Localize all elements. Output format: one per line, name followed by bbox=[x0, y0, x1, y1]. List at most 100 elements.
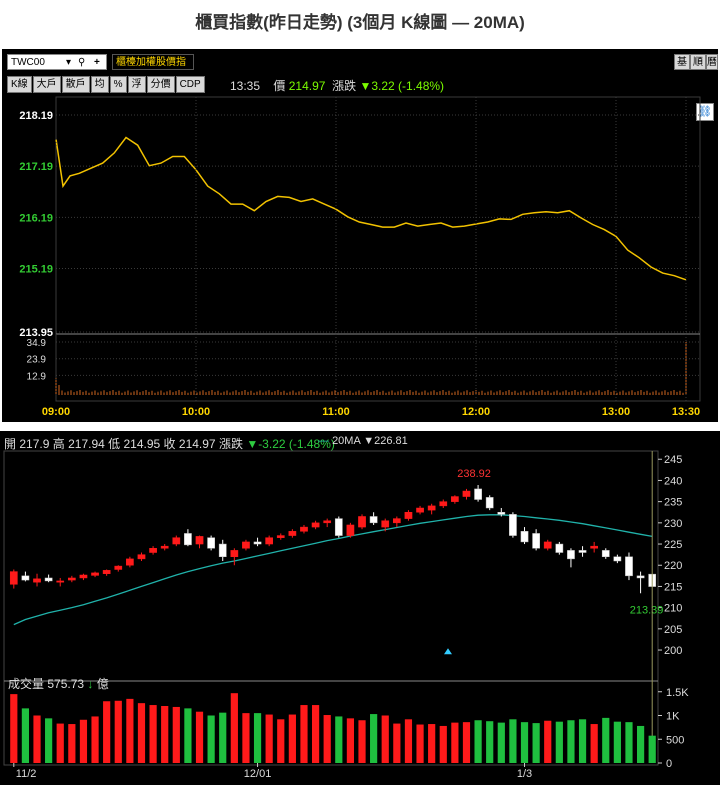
candle-body bbox=[404, 511, 413, 519]
candle-body bbox=[218, 543, 227, 558]
plot-frame bbox=[55, 96, 701, 402]
candle-body bbox=[126, 558, 134, 566]
candle-body bbox=[474, 488, 482, 500]
candle-body bbox=[149, 548, 157, 553]
volume-bar bbox=[68, 724, 76, 763]
candle-body bbox=[184, 533, 192, 546]
candle-body bbox=[300, 526, 308, 532]
y-tick-label: 205 bbox=[664, 624, 682, 636]
volume-bar bbox=[33, 715, 41, 763]
volume-bar bbox=[149, 705, 157, 763]
volume-bar bbox=[323, 715, 331, 763]
candle-body bbox=[392, 518, 401, 524]
candle-body bbox=[636, 575, 645, 579]
volume-bar bbox=[184, 708, 192, 763]
volume-bar bbox=[636, 725, 645, 763]
volume-bar bbox=[242, 713, 250, 763]
volume-bar bbox=[613, 721, 621, 763]
y-tick-label: 210 bbox=[664, 603, 682, 615]
y-tick-label: 200 bbox=[664, 645, 682, 657]
volume-bar bbox=[277, 719, 285, 763]
kline-frame bbox=[3, 450, 659, 766]
candle-body bbox=[567, 550, 575, 560]
volume-bar bbox=[625, 722, 633, 763]
k-change-label: 漲跌 bbox=[218, 437, 243, 451]
volume-unit: 億 bbox=[96, 677, 109, 691]
low-value: 214.95 bbox=[123, 437, 161, 451]
candle-body bbox=[311, 522, 320, 528]
volume-bar bbox=[648, 735, 656, 763]
candle-body bbox=[543, 541, 552, 549]
volume-bar bbox=[219, 712, 227, 763]
candle-body bbox=[369, 516, 378, 524]
candle-body bbox=[33, 578, 41, 583]
volume-bar bbox=[346, 718, 355, 763]
candle-body bbox=[520, 531, 529, 543]
volume-bar bbox=[590, 724, 598, 763]
y-tick-label: 215.19 bbox=[19, 264, 53, 276]
ma-legend-value: ▼226.81 bbox=[363, 435, 408, 447]
volume-bar bbox=[532, 723, 540, 763]
page-title: 櫃買指數(昨日走勢) (3個月 K線圖 — 20MA) bbox=[195, 13, 525, 32]
y-tick-label: 235 bbox=[664, 497, 682, 509]
candle-body bbox=[485, 497, 494, 509]
candle-body bbox=[67, 577, 76, 581]
volume-bar bbox=[311, 705, 320, 763]
kline-chart: 245 240 235 230 225 220 215 210 205 200 238.92 213.… bbox=[3, 450, 689, 780]
candle-body bbox=[265, 537, 274, 545]
volume-bar bbox=[335, 716, 343, 763]
high-value: 217.94 bbox=[68, 437, 105, 451]
intraday-panel: TWC00 ▾ ⚲ + 櫃檯加權股價指 基 順 曆 K線 大戶 散戶 均 % 浮… bbox=[2, 49, 718, 422]
min-price-label: 213.39 bbox=[630, 604, 664, 616]
x-tick-label: 11/2 bbox=[16, 768, 37, 780]
candle-body bbox=[56, 580, 65, 583]
x-tick-label: 10:00 bbox=[182, 406, 210, 418]
candle-body bbox=[427, 505, 436, 511]
volume-bar bbox=[544, 720, 552, 763]
candle-body bbox=[625, 556, 633, 577]
volume-bar bbox=[103, 701, 111, 763]
volume-bar bbox=[393, 723, 401, 763]
open-value: 217.9 bbox=[19, 437, 50, 451]
volume-bar bbox=[509, 719, 517, 763]
y-tick-label: 230 bbox=[664, 518, 682, 530]
candle-body bbox=[253, 541, 262, 545]
high-label: 高 bbox=[52, 437, 65, 451]
volume-bar bbox=[602, 717, 610, 763]
candle-body bbox=[195, 536, 204, 545]
volume-bar bbox=[300, 705, 308, 763]
marker-triangle-icon bbox=[444, 648, 452, 655]
volume-bar bbox=[195, 711, 204, 763]
volume-bar bbox=[288, 714, 296, 763]
candle-body bbox=[230, 550, 239, 558]
volume-tick-label: 500 bbox=[666, 734, 684, 746]
volume-tick-label: 12.9 bbox=[27, 371, 47, 382]
candle-body bbox=[532, 533, 540, 549]
volume-bar bbox=[578, 719, 587, 763]
candle-body bbox=[590, 545, 599, 549]
candle-body bbox=[601, 550, 610, 558]
candle-body bbox=[172, 537, 181, 545]
y-tick-label: 215 bbox=[664, 581, 682, 593]
candle-body bbox=[439, 501, 448, 507]
volume-bar bbox=[486, 721, 494, 763]
volume-bar bbox=[230, 693, 238, 763]
candle-body bbox=[288, 531, 297, 536]
y-tick-label: 216.19 bbox=[19, 212, 53, 224]
candle-body bbox=[497, 511, 506, 515]
candle-body bbox=[416, 507, 424, 513]
volume-bar bbox=[370, 714, 378, 763]
volume-bar bbox=[137, 703, 146, 763]
y-tick-label: 217.19 bbox=[19, 161, 53, 173]
kline-panel: 245 240 235 230 225 220 215 210 205 200 238.92 213.… bbox=[0, 431, 720, 785]
volume-bar bbox=[462, 722, 471, 763]
volume-bar bbox=[253, 713, 262, 763]
volume-bar bbox=[56, 723, 64, 763]
candle-body bbox=[207, 537, 215, 549]
volume-bar bbox=[497, 722, 505, 763]
candle-body bbox=[242, 541, 250, 549]
volume-tick-label: 23.9 bbox=[27, 355, 47, 366]
candle-body bbox=[346, 524, 355, 536]
volume-bar bbox=[416, 724, 424, 763]
volume-bar bbox=[381, 715, 389, 763]
